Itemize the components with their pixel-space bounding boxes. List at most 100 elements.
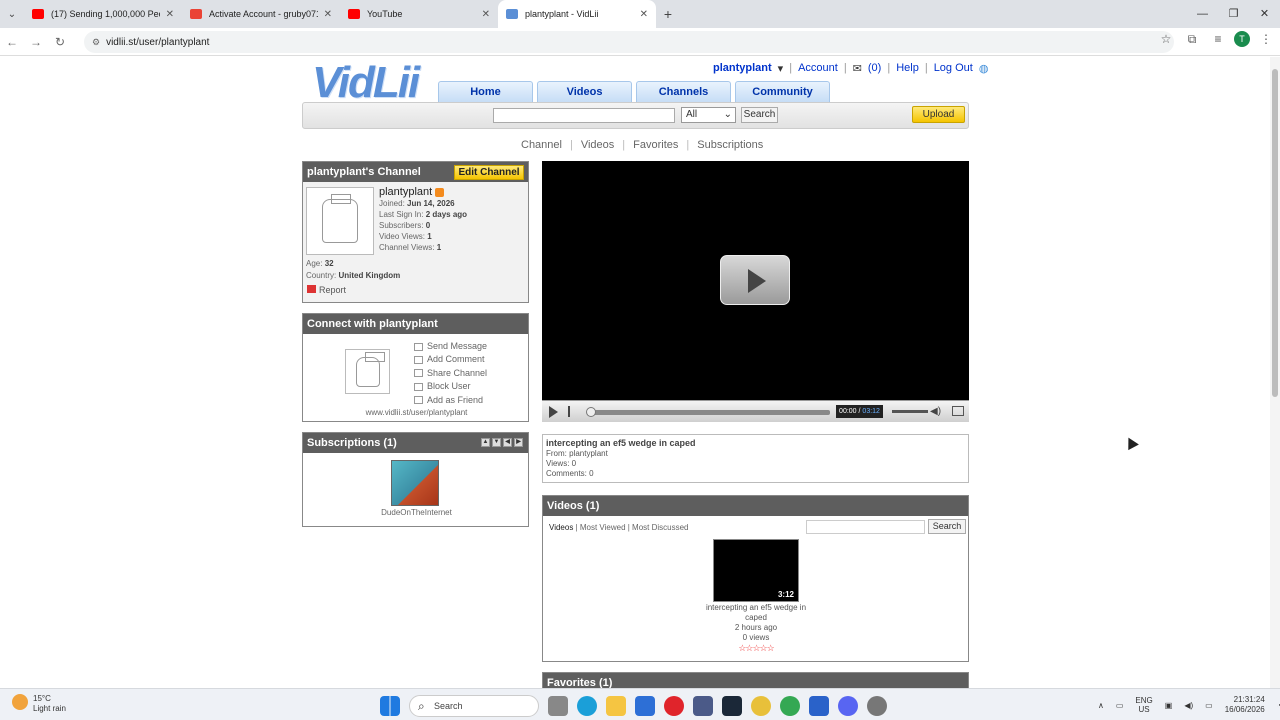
chevron-up-icon[interactable]: ∧ bbox=[1098, 701, 1104, 710]
filter-videos[interactable]: Videos bbox=[549, 523, 573, 532]
url-field[interactable]: ⚙ vidlii.st/user/plantyplant bbox=[84, 31, 1174, 53]
subnav-channel[interactable]: Channel bbox=[521, 139, 562, 151]
skip-back-icon[interactable] bbox=[568, 406, 578, 417]
keyboard-icon[interactable]: ▭ bbox=[1116, 701, 1124, 710]
video-author[interactable]: plantyplant bbox=[569, 449, 608, 458]
store-icon[interactable] bbox=[635, 696, 655, 716]
search-category-select[interactable]: All ⌄ bbox=[681, 107, 736, 123]
volume-slider[interactable] bbox=[892, 410, 928, 413]
videos-search-button[interactable]: Search bbox=[928, 519, 966, 534]
app-gear-icon[interactable] bbox=[867, 696, 887, 716]
move-down-icon[interactable]: ▼ bbox=[492, 438, 501, 447]
site-info-icon[interactable]: ⚙ bbox=[92, 37, 100, 48]
chevron-down-icon[interactable]: ▾ bbox=[778, 62, 784, 75]
share-channel-link[interactable]: Share Channel bbox=[414, 367, 487, 380]
browser-menu-icon[interactable]: ⋮ bbox=[1256, 32, 1276, 46]
filter-most-viewed[interactable]: Most Viewed bbox=[580, 523, 626, 532]
send-message-link[interactable]: Send Message bbox=[414, 340, 487, 353]
logout-link[interactable]: Log Out bbox=[934, 62, 973, 75]
steam-icon[interactable] bbox=[722, 696, 742, 716]
subnav-favorites[interactable]: Favorites bbox=[633, 139, 678, 151]
back-icon[interactable]: ← bbox=[0, 35, 24, 49]
close-window-icon[interactable]: ✕ bbox=[1249, 0, 1280, 28]
videos-search-input[interactable] bbox=[806, 520, 925, 534]
filter-most-discussed[interactable]: Most Discussed bbox=[632, 523, 688, 532]
edit-channel-button[interactable]: Edit Channel bbox=[454, 165, 524, 180]
nav-channels[interactable]: Channels bbox=[636, 81, 731, 102]
network-icon[interactable]: ▣ bbox=[1165, 701, 1173, 710]
video-thumbnail[interactable]: 3:12 bbox=[713, 539, 799, 602]
inbox-link[interactable]: (0) bbox=[868, 62, 881, 75]
media-icon[interactable]: ≡ bbox=[1208, 32, 1228, 46]
bookmark-star-icon[interactable]: ☆ bbox=[1156, 32, 1176, 46]
browser-tab-active[interactable]: plantyplant - VidLii ✕ bbox=[498, 0, 656, 28]
app-icon[interactable] bbox=[693, 696, 713, 716]
close-tab-icon[interactable]: ✕ bbox=[640, 9, 648, 20]
account-link[interactable]: Account bbox=[798, 62, 838, 75]
new-tab-icon[interactable]: + bbox=[656, 6, 680, 22]
seek-handle[interactable] bbox=[586, 407, 596, 417]
rss-icon[interactable] bbox=[435, 188, 445, 198]
nav-community[interactable]: Community bbox=[735, 81, 830, 102]
close-tab-icon[interactable]: ✕ bbox=[324, 9, 332, 20]
forward-icon[interactable]: → bbox=[24, 35, 48, 49]
channel-url[interactable]: www.vidlii.st/user/plantyplant bbox=[303, 408, 530, 417]
weather-widget[interactable]: 15°C Light rain bbox=[12, 694, 66, 714]
volume-icon[interactable]: ◀) bbox=[1184, 701, 1193, 710]
start-icon[interactable] bbox=[380, 696, 400, 716]
seek-bar[interactable] bbox=[590, 410, 830, 415]
browser-tab[interactable]: Activate Account - gruby0712@ ✕ bbox=[182, 0, 340, 28]
opera-icon[interactable] bbox=[664, 696, 684, 716]
move-up-icon[interactable]: ▲ bbox=[481, 438, 490, 447]
task-view-icon[interactable] bbox=[548, 696, 568, 716]
language-indicator[interactable]: ENG US bbox=[1135, 696, 1152, 714]
close-tab-icon[interactable]: ✕ bbox=[482, 9, 490, 20]
reload-icon[interactable]: ↻ bbox=[48, 35, 72, 49]
upload-button[interactable]: Upload bbox=[912, 106, 965, 123]
video-player[interactable]: 00:00 / 03:12 ◀) bbox=[542, 161, 969, 422]
app-blue-icon[interactable] bbox=[809, 696, 829, 716]
move-right-icon[interactable]: ▶ bbox=[514, 438, 523, 447]
search-input[interactable] bbox=[493, 108, 675, 123]
scrollbar-thumb[interactable] bbox=[1272, 69, 1278, 397]
chrome-active-icon[interactable] bbox=[780, 696, 800, 716]
restore-icon[interactable]: ❐ bbox=[1218, 0, 1249, 28]
move-left-icon[interactable]: ◀ bbox=[503, 438, 512, 447]
battery-icon[interactable]: ▭ bbox=[1205, 701, 1213, 710]
browser-tab[interactable]: (17) Sending 1,000,000 People ✕ bbox=[24, 0, 182, 28]
nav-videos[interactable]: Videos bbox=[537, 81, 632, 102]
clock[interactable]: 21:31:24 16/06/2026 bbox=[1225, 695, 1265, 715]
avatar[interactable] bbox=[306, 187, 374, 255]
add-friend-link[interactable]: Add as Friend bbox=[414, 394, 487, 407]
report-link[interactable]: Report bbox=[307, 285, 346, 295]
tab-search-icon[interactable]: ⌄ bbox=[0, 9, 24, 20]
video-item-title[interactable]: intercepting an ef5 wedge in caped bbox=[703, 603, 809, 623]
block-user-link[interactable]: Block User bbox=[414, 380, 487, 393]
subnav-videos[interactable]: Videos bbox=[581, 139, 614, 151]
extensions-icon[interactable]: ⧉ bbox=[1182, 32, 1202, 47]
play-icon[interactable] bbox=[549, 406, 558, 418]
subscription-name[interactable]: DudeOnTheInternet bbox=[303, 508, 530, 517]
inbox-icon[interactable]: ✉ bbox=[853, 62, 862, 75]
search-button[interactable]: Search bbox=[741, 107, 778, 123]
subnav-subscriptions[interactable]: Subscriptions bbox=[697, 139, 763, 151]
page-scrollbar[interactable] bbox=[1270, 57, 1280, 688]
avatar[interactable] bbox=[345, 349, 390, 394]
channel-username[interactable]: plantyplant bbox=[379, 186, 432, 198]
speaker-icon[interactable]: ◀) bbox=[930, 406, 941, 417]
video-title[interactable]: intercepting an ef5 wedge in caped bbox=[546, 438, 965, 448]
big-play-icon[interactable] bbox=[720, 255, 790, 305]
close-tab-icon[interactable]: ✕ bbox=[166, 9, 174, 20]
globe-icon[interactable]: ◍ bbox=[979, 62, 989, 75]
vidlii-logo[interactable]: VidLii bbox=[312, 58, 420, 108]
discord-icon[interactable] bbox=[838, 696, 858, 716]
minimize-icon[interactable]: — bbox=[1187, 0, 1218, 28]
chrome-icon[interactable] bbox=[751, 696, 771, 716]
nav-home[interactable]: Home bbox=[438, 81, 533, 102]
username-menu[interactable]: plantyplant bbox=[713, 62, 772, 75]
edge-icon[interactable] bbox=[577, 696, 597, 716]
taskbar-search[interactable]: Search bbox=[409, 695, 539, 717]
file-explorer-icon[interactable] bbox=[606, 696, 626, 716]
fullscreen-icon[interactable] bbox=[952, 406, 964, 416]
browser-tab[interactable]: YouTube ✕ bbox=[340, 0, 498, 28]
